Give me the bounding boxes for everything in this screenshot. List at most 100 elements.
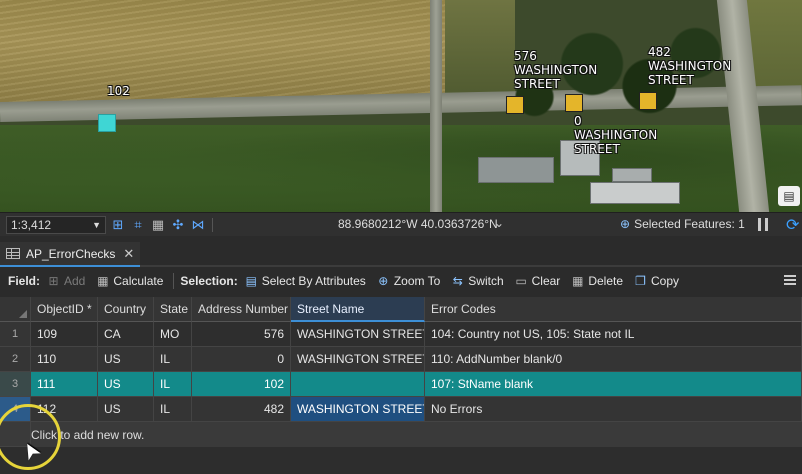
switch-selection-button[interactable]: ⇆ Switch	[450, 274, 504, 288]
scale-value: 1:3,412	[11, 217, 52, 232]
chevron-down-icon: ▼	[92, 219, 101, 230]
grid-icon[interactable]: ⌗	[130, 217, 146, 233]
select-all-corner[interactable]	[0, 297, 31, 322]
cell-street-name[interactable]: WASHINGTON STREET	[291, 347, 425, 372]
cell-country[interactable]: US	[98, 347, 154, 372]
constraints-icon[interactable]: ✣	[170, 217, 186, 233]
add-field-button[interactable]: ⊞ Add	[46, 274, 85, 288]
table-grid-icon[interactable]: ▦	[150, 217, 166, 233]
zoom-to-button[interactable]: ⊕ Zoom To	[376, 274, 440, 288]
point-label-482: 482 WASHINGTON STREET	[648, 45, 731, 87]
switch-icon: ⇆	[452, 274, 463, 288]
copy-label: Copy	[651, 274, 680, 288]
column-header[interactable]: State	[154, 297, 192, 322]
cell-objectid[interactable]: 111	[31, 372, 98, 397]
map-status-bar: 1:3,412 ▼ ⊞ ⌗ ▦ ✣ ⋈ 88.9680212°W 40.0363…	[0, 212, 802, 236]
table-row-selected[interactable]: 3 111 US IL 102 107: StName blank	[0, 372, 802, 397]
selection-label: Selection:	[180, 274, 238, 288]
cell-country[interactable]: US	[98, 397, 154, 422]
select-by-attributes-button[interactable]: ▤ Select By Attributes	[244, 274, 366, 288]
map-tips-icon[interactable]: ▤	[778, 186, 800, 206]
cell-error-codes[interactable]: 104: Country not US, 105: State not IL	[425, 322, 802, 347]
add-field-icon: ⊞	[48, 274, 59, 288]
selected-features-label: Selected Features: 1	[634, 217, 745, 231]
scale-dropdown[interactable]: 1:3,412 ▼	[6, 215, 106, 234]
column-header-selected[interactable]: Street Name	[291, 297, 425, 322]
select-by-attributes-icon: ▤	[245, 274, 257, 288]
add-new-row[interactable]: Click to add new row.	[0, 422, 802, 447]
cell-country[interactable]: US	[98, 372, 154, 397]
address-point-576[interactable]	[506, 96, 524, 114]
attribute-table-icon	[6, 248, 20, 259]
cell-state[interactable]: IL	[154, 372, 192, 397]
crop-field	[0, 0, 445, 105]
cell-state[interactable]: MO	[154, 322, 192, 347]
refresh-icon[interactable]: ⟳	[786, 215, 799, 235]
tab-ap-errorchecks[interactable]: AP_ErrorChecks ✕	[0, 242, 141, 267]
selected-features[interactable]: ⊕ Selected Features: 1	[620, 217, 745, 231]
label-line: STREET	[648, 73, 694, 87]
snapping-icon[interactable]: ⊞	[110, 217, 126, 233]
cell-country[interactable]: CA	[98, 322, 154, 347]
label-line: STREET	[514, 77, 560, 91]
cell-error-codes[interactable]: 107: StName blank	[425, 372, 802, 397]
map-view[interactable]: 102 576 WASHINGTON STREET 0 WASHINGTON S…	[0, 0, 802, 212]
cell-objectid[interactable]: 109	[31, 322, 98, 347]
cell-error-codes[interactable]: No Errors	[425, 397, 802, 422]
label-line: WASHINGTON	[648, 59, 732, 73]
cell-state[interactable]: IL	[154, 347, 192, 372]
cell-state[interactable]: IL	[154, 397, 192, 422]
chevron-down-icon[interactable]: ⌄	[494, 216, 504, 230]
pause-drawing-icon[interactable]	[758, 218, 768, 231]
table-row[interactable]: 4 112 US IL 482 WASHINGTON STREET No Err…	[0, 397, 802, 422]
clear-selection-icon: ▭	[515, 274, 527, 288]
table-header: ObjectID * Country State Address Number …	[0, 297, 802, 322]
address-point-482[interactable]	[639, 92, 657, 110]
correction-icon[interactable]: ⋈	[190, 217, 206, 233]
label-line: WASHINGTON	[574, 128, 658, 142]
cell-address-number[interactable]: 102	[192, 372, 291, 397]
cell-street-name-active[interactable]: WASHINGTON STREET	[291, 397, 425, 422]
cell-street-name[interactable]	[291, 372, 425, 397]
zoom-to-label: Zoom To	[393, 274, 441, 288]
cell-street-name[interactable]: WASHINGTON STREET	[291, 322, 425, 347]
menu-icon[interactable]	[784, 274, 796, 286]
calculate-button[interactable]: ▦ Calculate	[95, 274, 163, 288]
clear-selection-button[interactable]: ▭ Clear	[514, 274, 561, 288]
tab-strip: AP_ErrorChecks ✕	[0, 242, 802, 267]
delete-button[interactable]: ▦ Delete	[570, 274, 623, 288]
cell-error-codes[interactable]: 110: AddNumber blank/0	[425, 347, 802, 372]
close-icon[interactable]: ✕	[123, 246, 134, 262]
address-point-0[interactable]	[565, 94, 583, 112]
cell-address-number[interactable]: 482	[192, 397, 291, 422]
copy-icon: ❐	[635, 274, 646, 288]
cell-objectid[interactable]: 110	[31, 347, 98, 372]
column-header[interactable]: Country	[98, 297, 154, 322]
calculate-label: Calculate	[113, 274, 164, 288]
attribute-table: ObjectID * Country State Address Number …	[0, 297, 802, 474]
row-number[interactable]: 1	[0, 322, 31, 347]
column-header[interactable]: Address Number	[192, 297, 291, 322]
address-point-selected[interactable]	[98, 114, 116, 132]
copy-button[interactable]: ❐ Copy	[633, 274, 679, 288]
label-line: 0	[574, 114, 582, 128]
delete-icon: ▦	[572, 274, 584, 288]
cell-address-number[interactable]: 576	[192, 322, 291, 347]
road-vertical-west	[430, 0, 442, 212]
row-number[interactable]: 3	[0, 372, 31, 397]
label-line: 576	[514, 49, 537, 63]
column-header[interactable]: Error Codes	[425, 297, 802, 322]
building	[612, 168, 652, 182]
point-label-0: 0 WASHINGTON STREET	[574, 114, 657, 156]
calculator-icon: ▦	[97, 274, 109, 288]
delete-label: Delete	[588, 274, 623, 288]
table-row[interactable]: 2 110 US IL 0 WASHINGTON STREET 110: Add…	[0, 347, 802, 372]
point-label-102: 102	[107, 84, 130, 98]
cell-address-number[interactable]: 0	[192, 347, 291, 372]
label-line: STREET	[574, 142, 620, 156]
row-number[interactable]: 2	[0, 347, 31, 372]
switch-label: Switch	[468, 274, 504, 288]
table-row[interactable]: 1 109 CA MO 576 WASHINGTON STREET 104: C…	[0, 322, 802, 347]
clear-label: Clear	[531, 274, 561, 288]
column-header[interactable]: ObjectID *	[31, 297, 98, 322]
